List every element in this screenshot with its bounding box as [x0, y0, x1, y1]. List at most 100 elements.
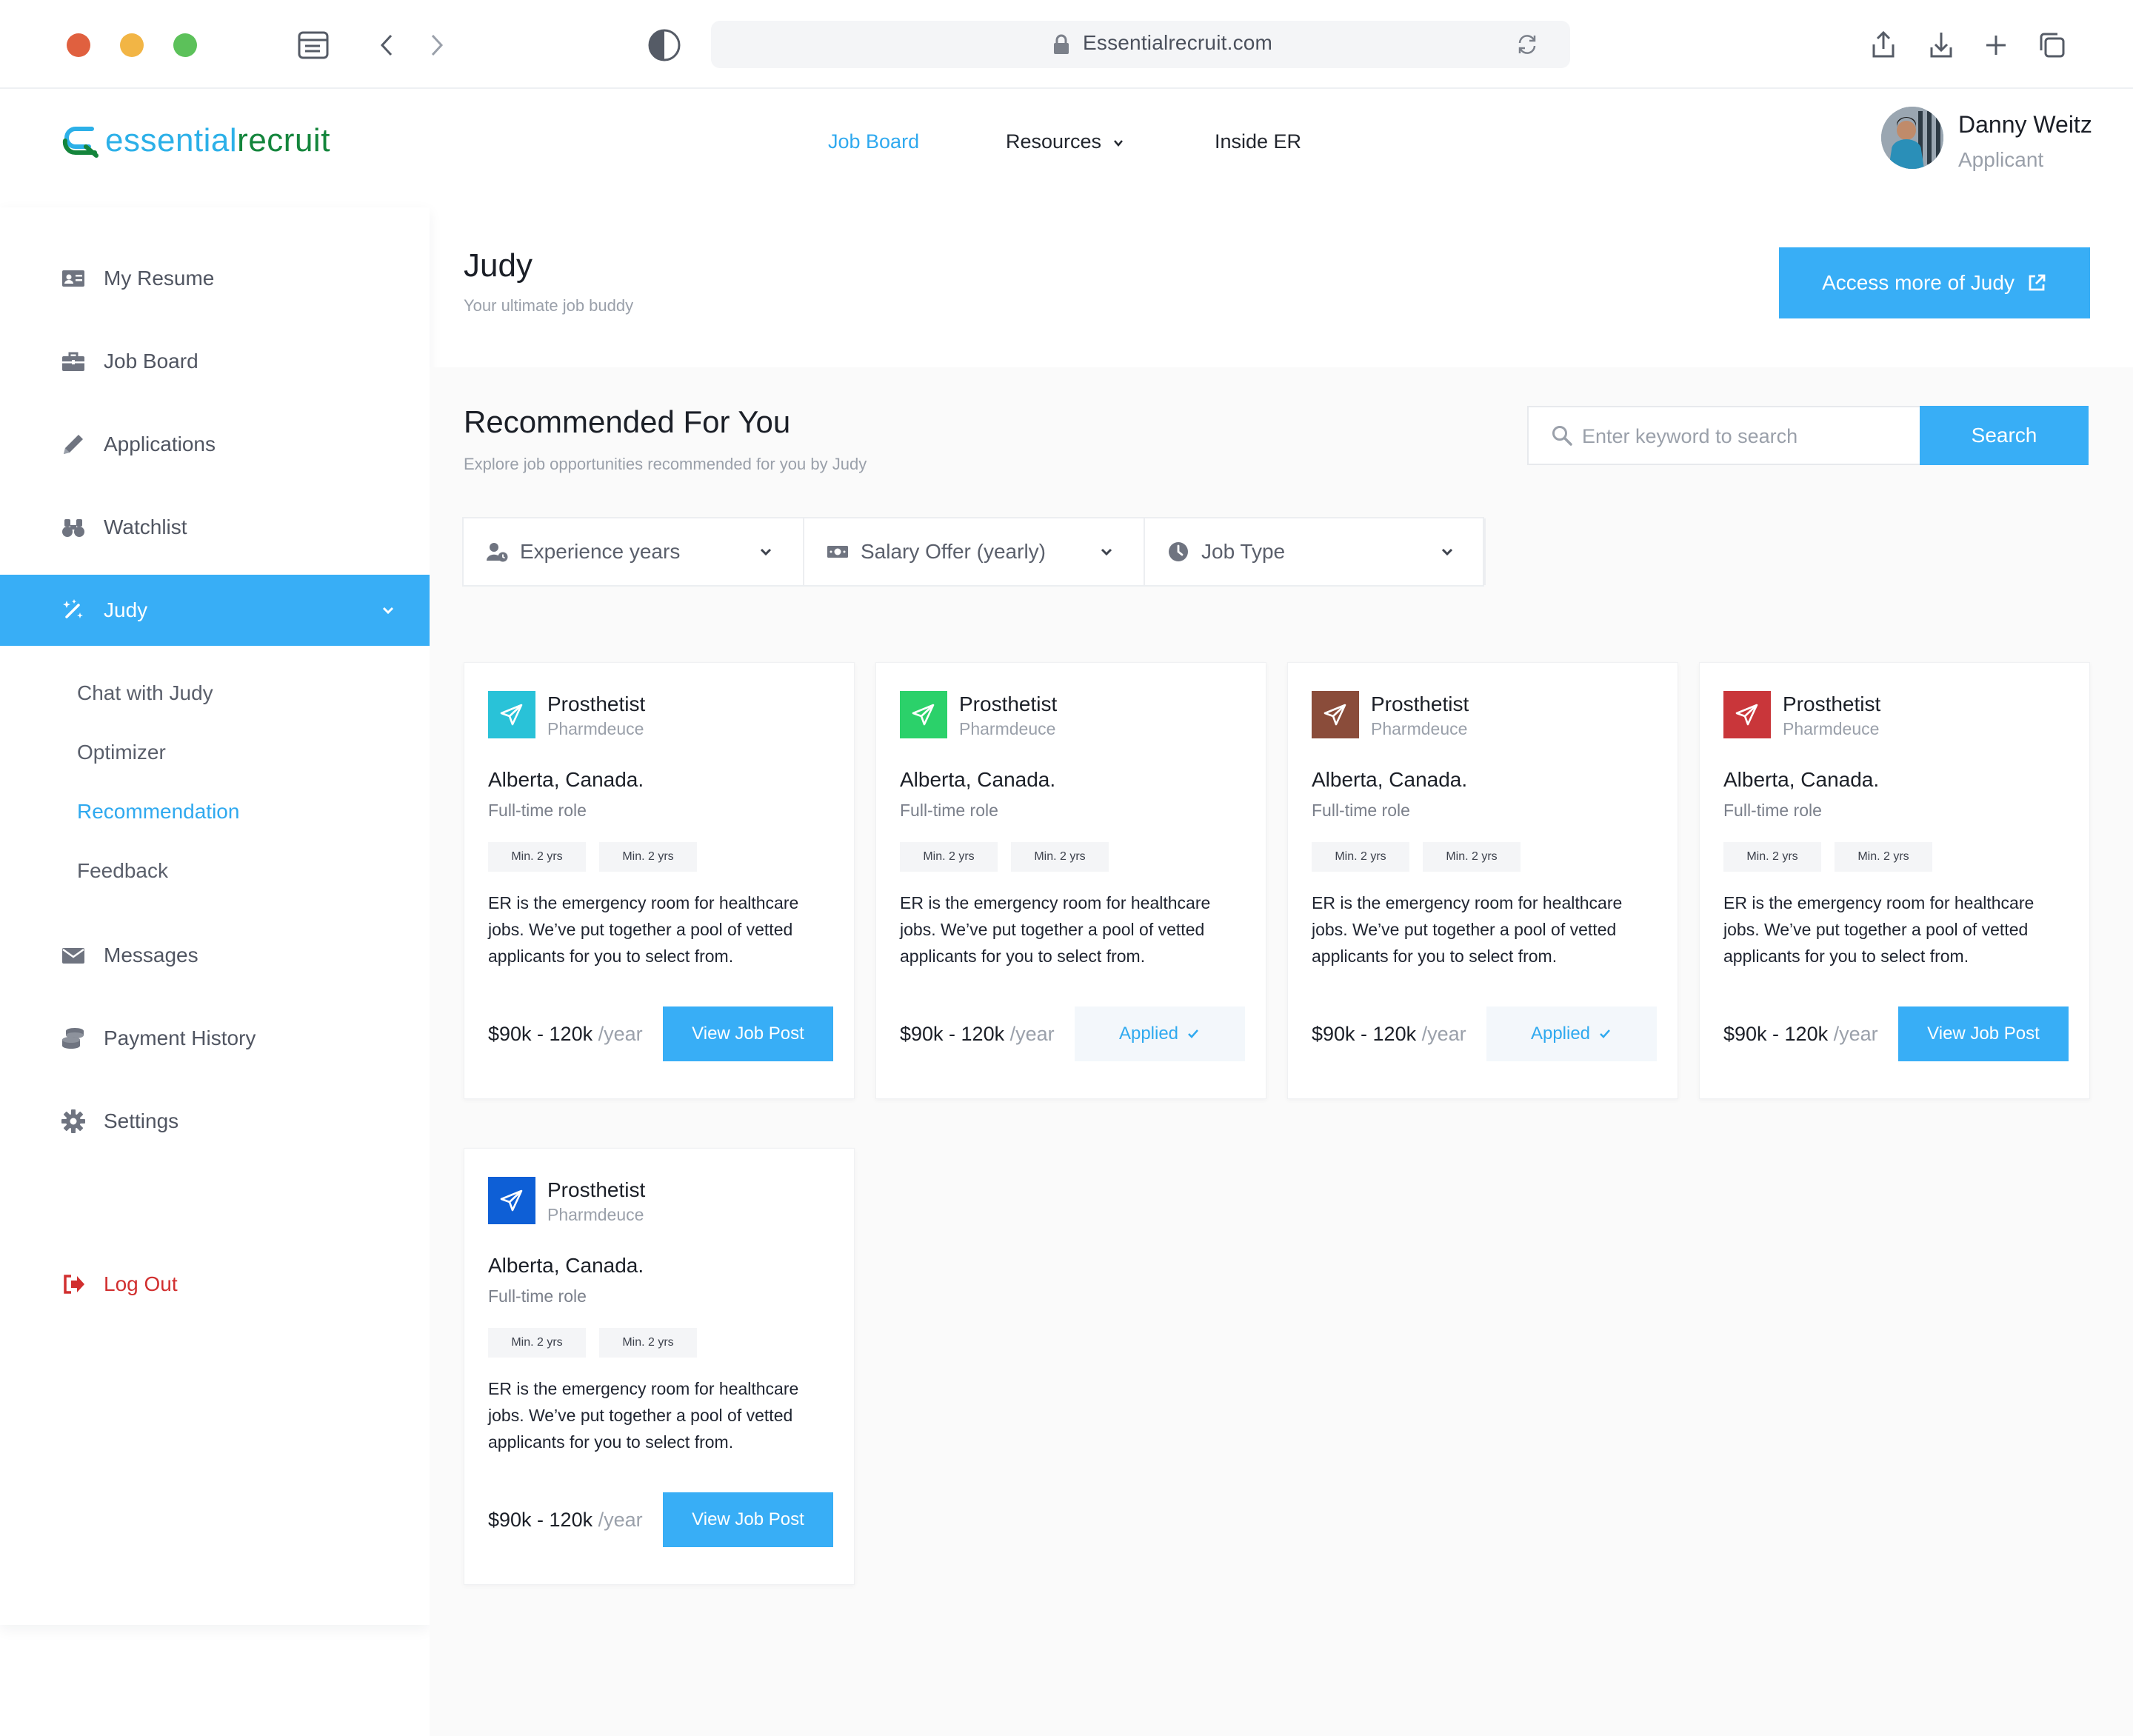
search-icon: [1552, 426, 1572, 446]
brand-name-part1: essential: [105, 122, 238, 158]
id-card-icon: [61, 266, 86, 291]
paper-plane-icon: [1735, 704, 1758, 726]
reload-icon[interactable]: [1514, 31, 1540, 58]
salary-value: $90k - 120k: [1723, 1023, 1829, 1045]
filter-experience-years[interactable]: Experience years: [464, 518, 804, 585]
filter-label: Salary Offer (yearly): [861, 540, 1046, 563]
job-type: Full-time role: [488, 801, 587, 820]
paper-plane-icon: [500, 1189, 523, 1212]
sidebar-subitem-optimizer[interactable]: Optimizer: [77, 741, 166, 764]
sidebar-subitem-feedback[interactable]: Feedback: [77, 859, 168, 883]
magic-wand-icon: [61, 598, 86, 623]
sidebar-subitem-recommendation[interactable]: Recommendation: [77, 800, 239, 824]
filter-salary-offer[interactable]: Salary Offer (yearly): [804, 518, 1145, 585]
recommendations-panel: Recommended For You Explore job opportun…: [430, 367, 2133, 1736]
user-clock-icon: [486, 543, 508, 562]
checkmark-icon: [1600, 1029, 1610, 1038]
search-input[interactable]: [1582, 418, 1908, 455]
back-icon[interactable]: [367, 25, 407, 65]
user-role: Applicant: [1958, 148, 2044, 171]
experience-tag: Min. 2 yrs: [1835, 842, 1932, 872]
job-action-label: Applied: [1530, 1024, 1591, 1044]
forward-icon[interactable]: [416, 25, 456, 65]
company-name: Pharmdeuce: [1783, 719, 1880, 738]
search-field[interactable]: [1527, 406, 1920, 465]
experience-tag: Min. 2 yrs: [599, 1328, 697, 1358]
job-card: Prosthetist Pharmdeuce Alberta, Canada. …: [1287, 662, 1678, 1099]
chevron-down-icon: [1114, 140, 1124, 147]
experience-tag: Min. 2 yrs: [1312, 842, 1409, 872]
applied-button[interactable]: Applied: [1486, 1006, 1657, 1061]
sidebar-item-job-board[interactable]: Job Board: [0, 326, 430, 397]
view-job-post-button[interactable]: View Job Post: [663, 1492, 833, 1547]
job-location: Alberta, Canada.: [488, 1254, 644, 1277]
company-name: Pharmdeuce: [547, 1205, 644, 1224]
company-logo: [488, 1177, 535, 1224]
search-button[interactable]: Search: [1920, 406, 2089, 465]
job-type: Full-time role: [488, 1286, 587, 1306]
salary-period: /year: [598, 1023, 643, 1045]
sidebar-toggle-icon[interactable]: [293, 25, 333, 65]
sidebar-item-applications[interactable]: Applications: [0, 409, 430, 480]
share-icon[interactable]: [1863, 25, 1903, 65]
job-action-label: View Job Post: [692, 1024, 804, 1044]
sidebar: My Resume Job Board Applications Watchli…: [0, 207, 430, 1625]
sidebar-item-my-resume[interactable]: My Resume: [0, 243, 430, 314]
view-job-post-button[interactable]: View Job Post: [663, 1006, 833, 1061]
brand-logo[interactable]: essential recruit: [59, 118, 330, 163]
applied-button[interactable]: Applied: [1075, 1006, 1245, 1061]
experience-tag: Min. 2 yrs: [488, 842, 586, 872]
paper-plane-icon: [500, 704, 523, 726]
salary-range: $90k - 120k /year: [488, 1023, 643, 1046]
topnav-inside-er[interactable]: Inside ER: [1215, 130, 1301, 153]
sidebar-item-log-out[interactable]: Log Out: [0, 1249, 430, 1320]
clock-icon: [1169, 542, 1188, 561]
sidebar-item-messages[interactable]: Messages: [0, 920, 430, 991]
job-action-label: Applied: [1118, 1024, 1179, 1044]
filter-job-type[interactable]: Job Type: [1145, 518, 1486, 585]
new-tab-icon[interactable]: [1976, 25, 2016, 65]
sidebar-item-label: Watchlist: [104, 515, 187, 538]
minimize-window-button[interactable]: [120, 33, 144, 57]
theme-contrast-icon[interactable]: [644, 25, 684, 65]
topnav-resources[interactable]: Resources: [1006, 130, 1125, 153]
view-job-post-button[interactable]: View Job Post: [1898, 1006, 2069, 1061]
salary-value: $90k - 120k: [900, 1023, 1005, 1045]
envelope-icon: [61, 943, 86, 968]
sidebar-item-label: Judy: [104, 598, 148, 621]
brand-mark-icon: [62, 127, 99, 158]
access-more-judy-button[interactable]: Access more of Judy: [1779, 247, 2090, 318]
tabs-overview-icon[interactable]: [2032, 25, 2072, 65]
close-window-button[interactable]: [67, 33, 90, 57]
salary-period: /year: [1009, 1023, 1055, 1045]
job-description: ER is the emergency room for healthcare …: [900, 893, 1211, 966]
sidebar-item-payment-history[interactable]: Payment History: [0, 1003, 430, 1074]
browser-toolbar: Essentialrecruit.com: [0, 0, 2133, 89]
chevron-down-icon: [1441, 548, 1453, 556]
maximize-window-button[interactable]: [173, 33, 197, 57]
company-logo: [488, 691, 535, 738]
sidebar-item-settings[interactable]: Settings: [0, 1086, 430, 1157]
sidebar-item-label: Settings: [104, 1109, 179, 1132]
filter-bar: Experience years Salary Offer (yearly) J…: [462, 517, 1486, 587]
gear-icon: [61, 1109, 86, 1134]
salary-range: $90k - 120k /year: [1312, 1023, 1466, 1046]
chevron-down-icon[interactable]: [378, 600, 398, 621]
salary-range: $90k - 120k /year: [1723, 1023, 1878, 1046]
topnav-job-board[interactable]: Job Board: [828, 130, 919, 153]
job-location: Alberta, Canada.: [1723, 768, 1880, 791]
job-card: Prosthetist Pharmdeuce Alberta, Canada. …: [1699, 662, 2090, 1099]
paper-plane-icon: [912, 704, 935, 726]
address-bar[interactable]: Essentialrecruit.com: [711, 21, 1570, 68]
download-icon[interactable]: [1921, 25, 1961, 65]
sidebar-item-judy[interactable]: Judy: [0, 575, 430, 646]
experience-tag: Min. 2 yrs: [1423, 842, 1521, 872]
job-title: Prosthetist: [959, 692, 1058, 715]
sidebar-subitem-chat-with-judy[interactable]: Chat with Judy: [77, 681, 213, 705]
url-text: Essentialrecruit.com: [1083, 31, 1273, 54]
company-logo: [1723, 691, 1771, 738]
page-subtitle: Your ultimate job buddy: [464, 296, 634, 315]
pencil-icon: [61, 432, 86, 457]
sidebar-item-watchlist[interactable]: Watchlist: [0, 492, 430, 563]
job-card: Prosthetist Pharmdeuce Alberta, Canada. …: [464, 1148, 855, 1585]
